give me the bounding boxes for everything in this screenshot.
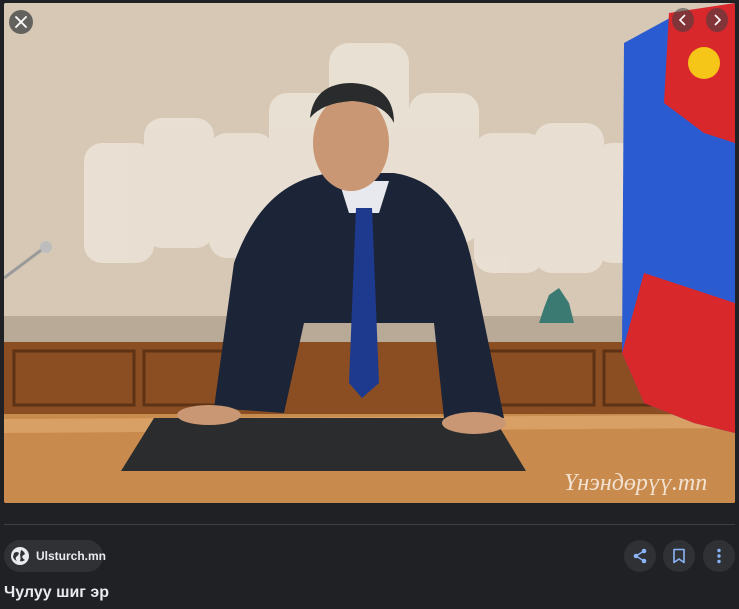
share-button[interactable] [624,540,656,572]
previous-image-button[interactable] [672,8,694,32]
chevron-right-icon [714,14,722,26]
image-title[interactable]: Чулуу шиг эр [4,584,109,602]
preview-image[interactable]: Үнэндөрүү.mn [4,3,735,503]
source-chip[interactable]: Ulsturch.mn [4,540,107,572]
image-viewer: Үнэндөрүү.mn Ulsturch.mn Чулуу шиг эр [0,0,739,609]
bookmark-icon [673,548,685,564]
share-icon [633,548,647,564]
save-button[interactable] [663,540,695,572]
more-vert-icon [717,548,721,564]
close-icon [15,16,27,28]
close-button[interactable] [9,10,33,34]
globe-icon [10,546,30,566]
more-options-button[interactable] [703,540,735,572]
next-image-button[interactable] [706,8,728,32]
divider [4,524,735,525]
source-site-label: Ulsturch.mn [36,549,107,563]
watermark-text: Үнэндөрүү.mn [564,470,707,496]
chevron-left-icon [678,14,686,26]
